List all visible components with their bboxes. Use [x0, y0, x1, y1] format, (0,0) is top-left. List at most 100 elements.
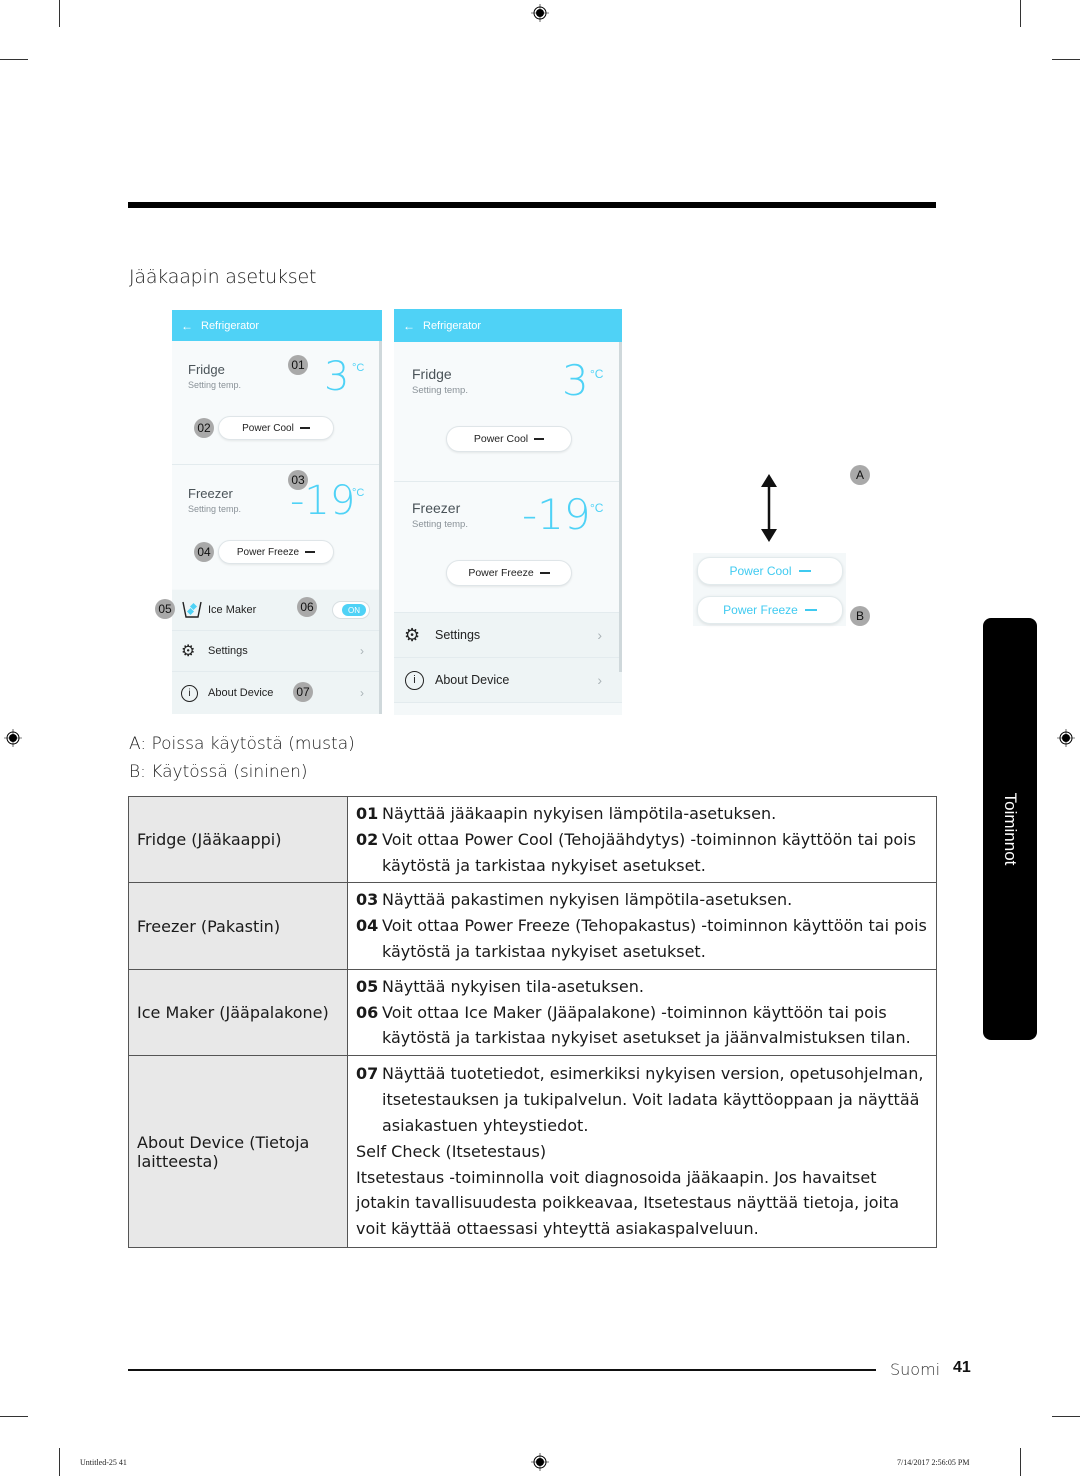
- freezer-unit: °C: [352, 487, 365, 499]
- crop-mark: [59, 1448, 60, 1476]
- list-item: 01 Näyttää jääkaapin nykyisen lämpötila-a…: [356, 801, 930, 827]
- fridge-temp: 3: [324, 354, 350, 400]
- callout-badge: 04: [194, 542, 214, 562]
- chevron-right-icon: ›: [360, 686, 364, 700]
- self-check-title: Self Check (Itsetestaus): [356, 1141, 547, 1161]
- power-cool-button[interactable]: Power Cool: [218, 416, 334, 440]
- chevron-right-icon: ›: [360, 644, 364, 658]
- callout-badge: 06: [297, 597, 317, 617]
- app-header-title: Refrigerator: [423, 319, 482, 332]
- freezer-temp: -19: [522, 490, 591, 539]
- gear-icon: ⚙: [404, 624, 421, 645]
- item-text: Voit ottaa Ice Maker (Jääpalakone) -toim…: [382, 1002, 911, 1048]
- about-device-row[interactable]: i About Device ›: [394, 658, 622, 702]
- power-freeze-label: Power Freeze: [468, 567, 534, 579]
- info-icon: i: [405, 670, 424, 690]
- settings-row[interactable]: ⚙ Settings ›: [394, 613, 622, 657]
- crop-mark: [1020, 0, 1021, 27]
- table-row: Ice Maker (Jääpalakone) 05 Näyttää nykyis…: [128, 968, 937, 1057]
- print-file-info: Untitled-25 41: [80, 1458, 127, 1467]
- list-item: 02 Voit ottaa Power Cool (Tehojäähdytys) …: [356, 827, 930, 879]
- item-number: 04: [356, 916, 379, 936]
- crop-mark: [59, 0, 60, 27]
- ice-maker-label: Ice Maker: [208, 604, 257, 616]
- divider: [394, 702, 622, 703]
- page-number: 41: [953, 1359, 971, 1376]
- list-item: 07 Näyttää tuotetiedot, esimerkiksi nykyi…: [356, 1061, 930, 1138]
- callout-badge: 05: [155, 599, 175, 619]
- chevron-right-icon: ›: [597, 672, 602, 688]
- feature-table: Fridge (Jääkaappi) 01 Näyttää jääkaapin n…: [128, 795, 937, 1249]
- app-header-title: Refrigerator: [201, 319, 260, 332]
- off-indicator: [534, 438, 545, 440]
- power-cool-active-button[interactable]: Power Cool: [697, 557, 843, 585]
- item-number: 07: [356, 1064, 379, 1084]
- fridge-label: Fridge: [412, 366, 452, 382]
- about-device-row[interactable]: i About Device ›: [172, 672, 382, 714]
- legend-b: B: Käytössä (sininen): [129, 762, 308, 782]
- settings-label: Settings: [208, 645, 248, 657]
- fridge-section: Fridge Setting temp. 3 °C Power Cool: [394, 342, 622, 481]
- power-cool-button[interactable]: Power Cool: [446, 426, 572, 452]
- freezer-label: Freezer: [412, 500, 461, 516]
- item-text: Näyttää pakastimen nykyisen lämpötila-as…: [382, 890, 793, 910]
- power-cool-active-label: Power Cool: [729, 564, 792, 578]
- freezer-unit: °C: [590, 501, 604, 515]
- footer-rule: [128, 1369, 876, 1371]
- fridge-unit: °C: [352, 362, 365, 374]
- row-key: Ice Maker (Jääpalakone): [128, 968, 348, 1057]
- ice-maker-toggle[interactable]: ON: [332, 601, 370, 619]
- row-value: 07 Näyttää tuotetiedot, esimerkiksi nykyi…: [347, 1055, 937, 1249]
- row-key: Freezer (Pakastin): [128, 882, 348, 970]
- self-check-text: Itsetestaus -toiminnolla voit diagnosoid…: [356, 1167, 900, 1239]
- settings-row[interactable]: ⚙ Settings ›: [172, 631, 382, 671]
- item-text: Voit ottaa Power Freeze (Tehopakastus) -…: [382, 916, 927, 961]
- chapter-tab-label: Toiminnot: [1001, 792, 1020, 866]
- crop-mark: [0, 59, 28, 60]
- registration-mark-icon: [531, 4, 549, 22]
- footer-language: Suomi: [890, 1360, 941, 1379]
- off-indicator: [305, 551, 316, 553]
- fridge-label: Fridge: [188, 362, 225, 377]
- registration-mark-icon: [531, 1453, 549, 1471]
- scrollbar[interactable]: [619, 342, 622, 672]
- section-title: Jääkaapin asetukset: [129, 266, 317, 288]
- back-arrow-icon[interactable]: ←: [181, 319, 193, 333]
- list-item: 04 Voit ottaa Power Freeze (Tehopakastus)…: [356, 913, 930, 965]
- freezer-section: Freezer Setting temp. -19 °C Power Freez…: [394, 482, 622, 612]
- chapter-tab: Toiminnot: [983, 618, 1037, 1040]
- power-freeze-button[interactable]: Power Freeze: [446, 560, 572, 586]
- power-freeze-active-button[interactable]: Power Freeze: [697, 596, 843, 624]
- table-row: Freezer (Pakastin) 03 Näyttää pakastimen …: [128, 882, 937, 970]
- on-indicator: [804, 609, 817, 611]
- chevron-right-icon: ›: [597, 627, 602, 643]
- item-text: Voit ottaa Power Cool (Tehojäähdytys) -t…: [382, 829, 916, 875]
- list-item: 03 Näyttää pakastimen nykyisen lämpötila-…: [356, 887, 930, 913]
- table-row: About Device (Tietoja laitteesta) 07 Näyt…: [128, 1055, 937, 1249]
- power-freeze-button[interactable]: Power Freeze: [218, 540, 334, 564]
- about-device-label: About Device: [208, 687, 274, 699]
- app-header: ← Refrigerator: [394, 309, 622, 342]
- back-arrow-icon[interactable]: ←: [403, 319, 415, 333]
- freezer-section: Freezer Setting temp. -19 °C Power Freez…: [172, 465, 382, 589]
- on-indicator: [798, 570, 811, 572]
- row-key: About Device (Tietoja laitteesta): [128, 1055, 348, 1249]
- crop-mark: [1052, 59, 1080, 60]
- marker-a-badge: A: [850, 465, 870, 485]
- fridge-temp: 3: [562, 356, 589, 405]
- fridge-section: Fridge Setting temp. 3 °C Power Cool: [172, 341, 382, 464]
- scrollbar[interactable]: [379, 341, 382, 714]
- crop-mark: [1052, 1416, 1080, 1417]
- off-indicator: [539, 572, 550, 574]
- toggle-on-label: ON: [342, 604, 366, 616]
- section-rule: [128, 202, 936, 208]
- item-text: Näyttää tuotetiedot, esimerkiksi nykyise…: [382, 1064, 924, 1135]
- item-number: 01: [356, 804, 379, 823]
- callout-badge: 01: [288, 355, 308, 375]
- ice-maker-row[interactable]: Ice Maker ON: [172, 590, 382, 630]
- table-row: Fridge (Jääkaappi) 01 Näyttää jääkaapin n…: [128, 795, 937, 884]
- freezer-sub: Setting temp.: [412, 519, 468, 530]
- ice-bucket-icon: [182, 601, 202, 618]
- crop-mark: [0, 1416, 28, 1417]
- list-item: 06 Voit ottaa Ice Maker (Jääpalakone) -to…: [356, 1000, 930, 1052]
